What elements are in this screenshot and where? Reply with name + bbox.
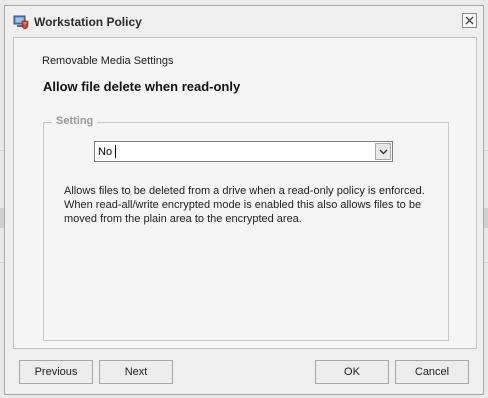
settings-panel: Removable Media Settings Allow file dele…	[13, 37, 477, 349]
dialog-title: Workstation Policy	[34, 15, 142, 29]
group-label: Setting	[52, 115, 98, 127]
background-divider	[484, 208, 488, 228]
background-divider	[484, 150, 488, 151]
section-label: Removable Media Settings	[42, 55, 174, 67]
background-divider	[484, 262, 488, 263]
close-button[interactable]	[462, 13, 477, 28]
setting-group: Setting No Allows files to be deleted fr…	[43, 115, 449, 341]
previous-button[interactable]: Previous	[19, 360, 93, 384]
dropdown-selected-value: No	[98, 146, 113, 158]
ok-button[interactable]: OK	[315, 360, 389, 384]
workstation-policy-dialog: Workstation Policy Removable Media Setti…	[4, 5, 484, 395]
setting-dropdown[interactable]: No	[94, 141, 393, 162]
title-bar[interactable]: Workstation Policy	[5, 6, 483, 36]
setting-title: Allow file delete when read-only	[43, 79, 241, 94]
next-button[interactable]: Next	[99, 360, 173, 384]
close-icon	[465, 16, 474, 25]
cancel-button[interactable]: Cancel	[395, 360, 469, 384]
text-caret	[115, 145, 116, 158]
setting-description: Allows files to be deleted from a drive …	[64, 185, 425, 225]
computer-shield-icon	[13, 14, 29, 30]
dropdown-arrow-button[interactable]	[375, 143, 391, 160]
chevron-down-icon	[379, 149, 387, 154]
